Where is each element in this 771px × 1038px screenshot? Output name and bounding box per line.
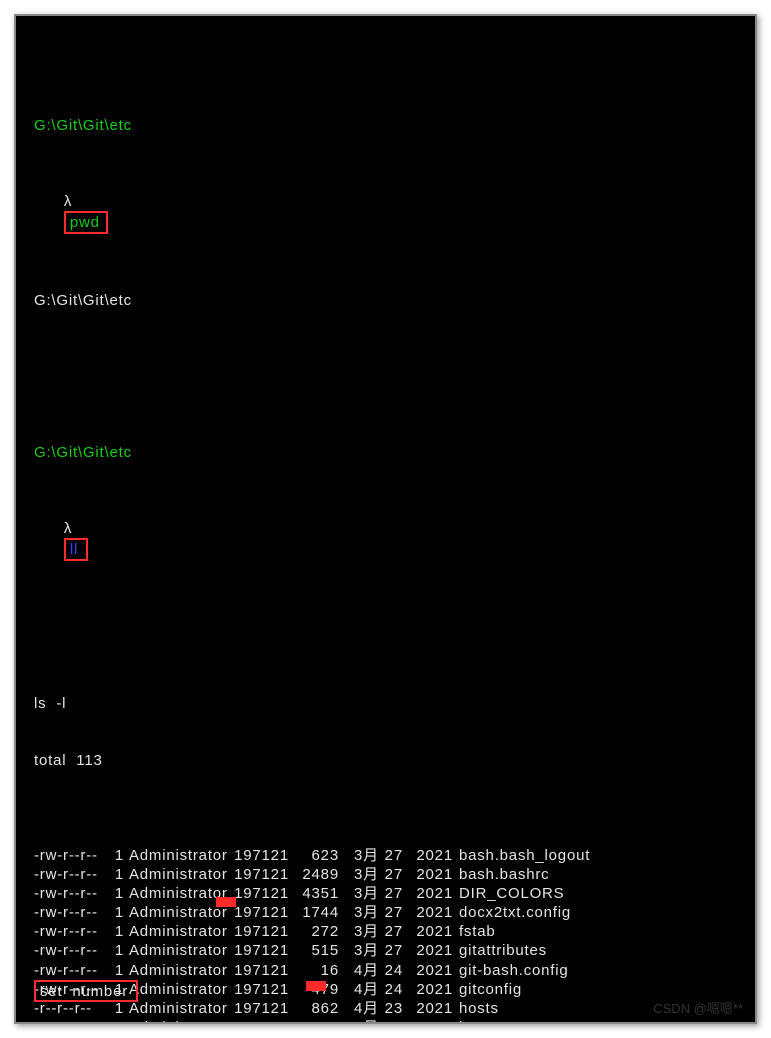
- set-number: set number: [40, 983, 128, 1000]
- list-item: -rw-r--r--1 Administrator19712143513月272…: [34, 884, 737, 903]
- list-item: -rw-r--r--1 Administrator19712117443月272…: [34, 903, 737, 922]
- ls-total: total 113: [34, 752, 103, 769]
- cwd-path: G:\Git\Git\etc: [34, 117, 132, 134]
- file-listing: -rw-r--r--1 Administrator1971216233月2720…: [34, 846, 737, 1024]
- list-item: -rw-r--r--1 Administrator1971216233月2720…: [34, 846, 737, 865]
- highlight-chip: [216, 897, 236, 907]
- ls-head: ls -l: [34, 695, 66, 712]
- list-item: -rw-r--r--1 Administrator1971215153月2720…: [34, 941, 737, 960]
- prompt-lambda: λ: [64, 520, 77, 537]
- list-item: -rw-r--r--1 Administrator1971214794月2420…: [34, 980, 737, 999]
- list-item: -r--r--r--1 Administrator1971218624月2320…: [34, 999, 737, 1018]
- list-item: -rw-r--r--1 Administrator19712126273月272…: [34, 1018, 737, 1024]
- pwd-output: G:\Git\Git\etc: [34, 292, 132, 309]
- cwd-path: G:\Git\Git\etc: [34, 444, 132, 461]
- cmd-ll: ll: [70, 541, 78, 558]
- list-item: -rw-r--r--1 Administrator1971212723月2720…: [34, 922, 737, 941]
- list-item: -rw-r--r--1 Administrator197121164月24202…: [34, 961, 737, 980]
- highlight-chip: [306, 981, 326, 991]
- cmd-pwd: pwd: [70, 214, 100, 231]
- list-item: -rw-r--r--1 Administrator19712124893月272…: [34, 865, 737, 884]
- watermark: CSDN @嗯嗯**: [653, 999, 743, 1018]
- prompt-lambda: λ: [64, 193, 77, 210]
- terminal[interactable]: G:\Git\Git\etc λ pwd G:\Git\Git\etc G:\G…: [14, 14, 757, 1024]
